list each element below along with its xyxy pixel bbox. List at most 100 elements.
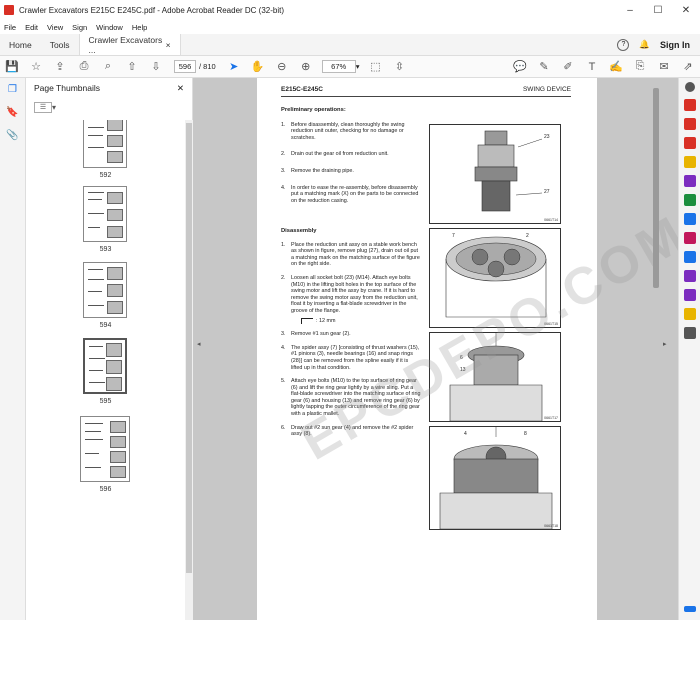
sign-icon[interactable]: ✍ xyxy=(606,57,626,77)
prelim-title: Preliminary operations: xyxy=(281,107,346,113)
search-tool-icon[interactable] xyxy=(684,82,695,92)
thumbnail-page[interactable] xyxy=(83,186,127,242)
collapse-tools-icon[interactable] xyxy=(683,606,696,612)
upload-icon[interactable]: ⇪ xyxy=(50,57,70,77)
menu-file[interactable]: File xyxy=(4,23,16,32)
swing-motor-illustration xyxy=(474,130,543,212)
page-navigator: 596 / 810 xyxy=(174,60,216,73)
stamp-icon[interactable]: ⎘ xyxy=(630,57,650,77)
bookmark-star-icon[interactable]: ☆ xyxy=(26,57,46,77)
page-number-input[interactable]: 596 xyxy=(174,60,196,73)
find-icon[interactable]: ⌕ xyxy=(98,57,118,77)
thumbnail-scrollbar[interactable] xyxy=(185,120,193,620)
request-signatures-icon[interactable] xyxy=(683,270,696,282)
collapse-right-icon[interactable]: ▸ xyxy=(663,340,667,348)
edit-pdf-icon[interactable] xyxy=(683,118,696,130)
thumbnails-options: ☰ ▾ xyxy=(26,98,192,116)
callout: 4 xyxy=(464,431,467,437)
chevron-down-icon[interactable]: ▾ xyxy=(356,62,360,71)
callout: 27 xyxy=(544,189,550,195)
callout: 7 xyxy=(452,233,455,239)
zoom-control: 67% ▾ xyxy=(321,60,360,73)
minimize-button[interactable]: – xyxy=(616,5,644,16)
tab-home[interactable]: Home xyxy=(0,34,41,55)
comment-icon[interactable]: 💬 xyxy=(510,57,530,77)
tab-close-icon[interactable]: × xyxy=(166,40,171,50)
header-model: E215C-E245C xyxy=(281,86,323,93)
menu-view[interactable]: View xyxy=(47,23,63,32)
figure-swing-motor: 23 27 0661T14 xyxy=(429,124,561,224)
thumbnail-list[interactable]: 592 593 594 595 596 xyxy=(26,120,185,620)
toolbar: 💾 ☆ ⇪ ⎙ ⌕ ⇧ ⇩ 596 / 810 ➤ ✋ ⊖ ⊕ 67% ▾ ⬚ … xyxy=(0,56,700,78)
save-icon[interactable]: 💾 xyxy=(2,57,22,77)
wrench-tools-icon[interactable] xyxy=(683,327,696,339)
protect-icon[interactable] xyxy=(683,251,696,263)
chevron-down-icon[interactable]: ▾ xyxy=(52,103,56,112)
prev-page-icon[interactable]: ⇧ xyxy=(122,57,142,77)
document-scrollbar[interactable] xyxy=(652,78,660,620)
callout: 8 xyxy=(524,431,527,437)
redact-icon[interactable] xyxy=(683,232,696,244)
menu-bar: File Edit View Sign Window Help xyxy=(0,20,700,34)
menu-window[interactable]: Window xyxy=(96,23,123,32)
tab-document-label: Crawler Excavators ... xyxy=(88,34,163,55)
callout: 23 xyxy=(544,134,550,140)
page-total: / 810 xyxy=(199,62,216,71)
highlight-icon[interactable]: ✎ xyxy=(534,57,554,77)
page-header: E215C-E245C SWING DEVICE xyxy=(281,86,571,97)
create-pdf-icon[interactable] xyxy=(683,99,696,111)
collapse-left-icon[interactable]: ◂ xyxy=(197,340,201,348)
more-tools-icon[interactable] xyxy=(683,308,696,320)
help-icon[interactable]: ? xyxy=(617,38,630,51)
tab-document[interactable]: Crawler Excavators ... × xyxy=(78,34,181,55)
zoom-in-icon[interactable]: ⊕ xyxy=(296,57,316,77)
draw-icon[interactable]: ✐ xyxy=(558,57,578,77)
hand-tool-icon[interactable]: ✋ xyxy=(248,57,268,77)
disassembly-title: Disassembly xyxy=(281,228,317,234)
zoom-out-icon[interactable]: ⊖ xyxy=(272,57,292,77)
document-viewer[interactable]: ◂ E215C-E245C SWING DEVICE Preliminary o… xyxy=(193,78,696,620)
combine-files-icon[interactable] xyxy=(683,175,696,187)
compress-pdf-icon[interactable] xyxy=(683,213,696,225)
figure-code: 0661T17 xyxy=(544,416,558,420)
comment-tool-icon[interactable] xyxy=(683,156,696,168)
attachments-icon[interactable]: 📎 xyxy=(6,130,18,141)
thumbnail-label: 593 xyxy=(99,246,112,253)
export-pdf-icon[interactable] xyxy=(683,137,696,149)
close-panel-icon[interactable]: ✕ xyxy=(177,83,184,94)
bell-icon[interactable]: 🔔 xyxy=(639,39,650,50)
thumbnail-page[interactable] xyxy=(83,262,127,318)
maximize-button[interactable]: ☐ xyxy=(644,5,672,16)
menu-help[interactable]: Help xyxy=(132,23,147,32)
mail-icon[interactable]: ✉ xyxy=(654,57,674,77)
title-bar: Crawler Excavators E215C E245C.pdf - Ado… xyxy=(0,0,700,20)
menu-sign[interactable]: Sign xyxy=(72,23,87,32)
prelim-step: In order to ease the re-assembly, before… xyxy=(291,184,419,204)
thumbnails-panel: Page Thumbnails ✕ ☰ ▾ 592 593 594 595 59… xyxy=(26,78,193,620)
next-page-icon[interactable]: ⇩ xyxy=(146,57,166,77)
thumbnail-page-current[interactable] xyxy=(83,338,127,394)
page-thumbnails-icon[interactable]: ❐ xyxy=(8,84,17,95)
print-icon[interactable]: ⎙ xyxy=(74,57,94,77)
select-cursor-icon[interactable]: ➤ xyxy=(224,57,244,77)
prelim-step: Before disassembly, clean thoroughly the… xyxy=(291,121,405,141)
text-icon[interactable]: T xyxy=(582,57,602,77)
scroll-mode-icon[interactable]: ⇳ xyxy=(389,57,409,77)
zoom-level-select[interactable]: 67% xyxy=(321,60,356,73)
thumbnail-page[interactable] xyxy=(80,416,130,482)
bookmarks-icon[interactable]: 🔖 xyxy=(6,107,18,118)
fill-sign-icon[interactable] xyxy=(683,289,696,301)
fit-page-icon[interactable]: ⬚ xyxy=(365,57,385,77)
menu-edit[interactable]: Edit xyxy=(25,23,38,32)
share-icon[interactable]: ⇗ xyxy=(678,57,698,77)
right-tools-rail xyxy=(678,78,700,620)
organize-pages-icon[interactable] xyxy=(683,194,696,206)
tab-tools[interactable]: Tools xyxy=(41,34,79,55)
thumbnails-header: Page Thumbnails ✕ xyxy=(26,78,192,98)
close-window-button[interactable]: ✕ xyxy=(672,5,700,16)
sign-in-button[interactable]: Sign In xyxy=(660,40,690,50)
wrench-icon xyxy=(301,317,313,324)
thumbnail-options-icon[interactable]: ☰ xyxy=(34,101,52,113)
thumbnail-page[interactable] xyxy=(83,120,127,168)
pdf-page: E215C-E245C SWING DEVICE Preliminary ope… xyxy=(257,78,696,620)
